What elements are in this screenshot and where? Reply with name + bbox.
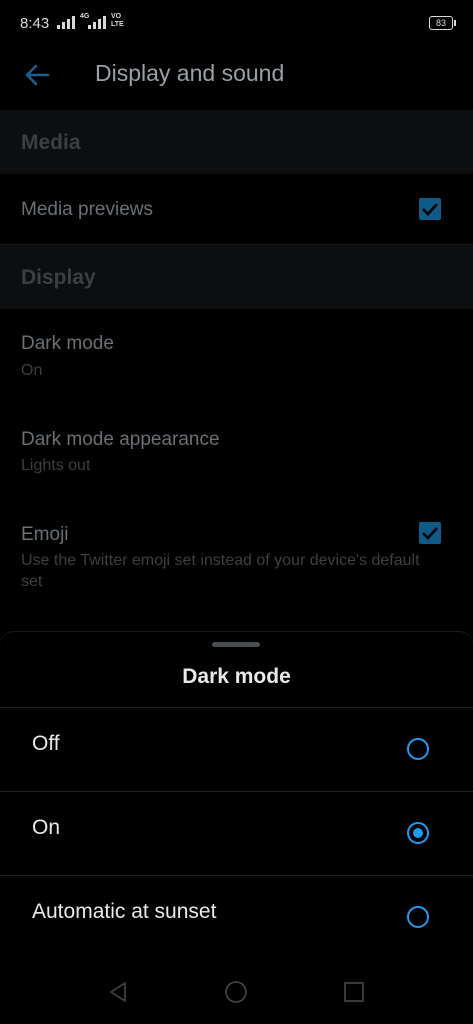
- section-heading: Display: [21, 266, 96, 289]
- sheet-drag-handle[interactable]: [212, 642, 260, 647]
- option-on[interactable]: On: [0, 791, 473, 876]
- home-circle-icon[interactable]: [224, 980, 248, 1004]
- status-bar: 8:43 4G VO LTE 83: [0, 0, 473, 46]
- status-time: 8:43: [20, 15, 50, 32]
- signal-icon: [57, 16, 75, 29]
- option-label: On: [32, 816, 61, 839]
- check-icon: [422, 203, 438, 216]
- recents-square-icon[interactable]: [342, 980, 366, 1004]
- media-previews-checkbox[interactable]: [419, 198, 441, 220]
- section-header-display: Display: [0, 245, 473, 309]
- section-header-media: Media: [0, 110, 473, 174]
- page-title: Display and sound: [95, 60, 285, 86]
- media-previews-label: Media previews: [21, 199, 153, 220]
- dark-mode-label: Dark mode: [21, 333, 114, 354]
- emoji-label: Emoji: [21, 524, 69, 545]
- option-off[interactable]: Off: [0, 707, 473, 792]
- system-navigation-bar: [0, 960, 473, 1024]
- option-automatic-at-sunset[interactable]: Automatic at sunset: [0, 875, 473, 960]
- radio-button-off[interactable]: [407, 738, 429, 760]
- option-label: Off: [32, 732, 60, 755]
- dark-mode-value: On: [21, 362, 43, 379]
- check-icon: [422, 527, 438, 540]
- option-label: Automatic at sunset: [32, 900, 217, 923]
- signal-icon-2: [88, 16, 106, 29]
- back-triangle-icon[interactable]: [106, 980, 130, 1004]
- sheet-title: Dark mode: [182, 665, 291, 688]
- radio-button-on-selected[interactable]: [407, 822, 429, 844]
- emoji-checkbox[interactable]: [419, 522, 441, 544]
- battery-icon: 83: [429, 16, 456, 30]
- volte-top-label: VO: [111, 13, 122, 20]
- volte-bottom-label: LTE: [111, 21, 124, 28]
- back-arrow-icon[interactable]: [22, 60, 52, 90]
- radio-button-automatic[interactable]: [407, 906, 429, 928]
- app-bar: Display and sound: [0, 46, 473, 108]
- dark-mode-appearance-value: Lights out: [21, 457, 91, 474]
- section-heading: Media: [21, 131, 81, 154]
- dark-mode-appearance-label: Dark mode appearance: [21, 429, 220, 450]
- emoji-description: Use the Twitter emoji set instead of you…: [21, 552, 420, 590]
